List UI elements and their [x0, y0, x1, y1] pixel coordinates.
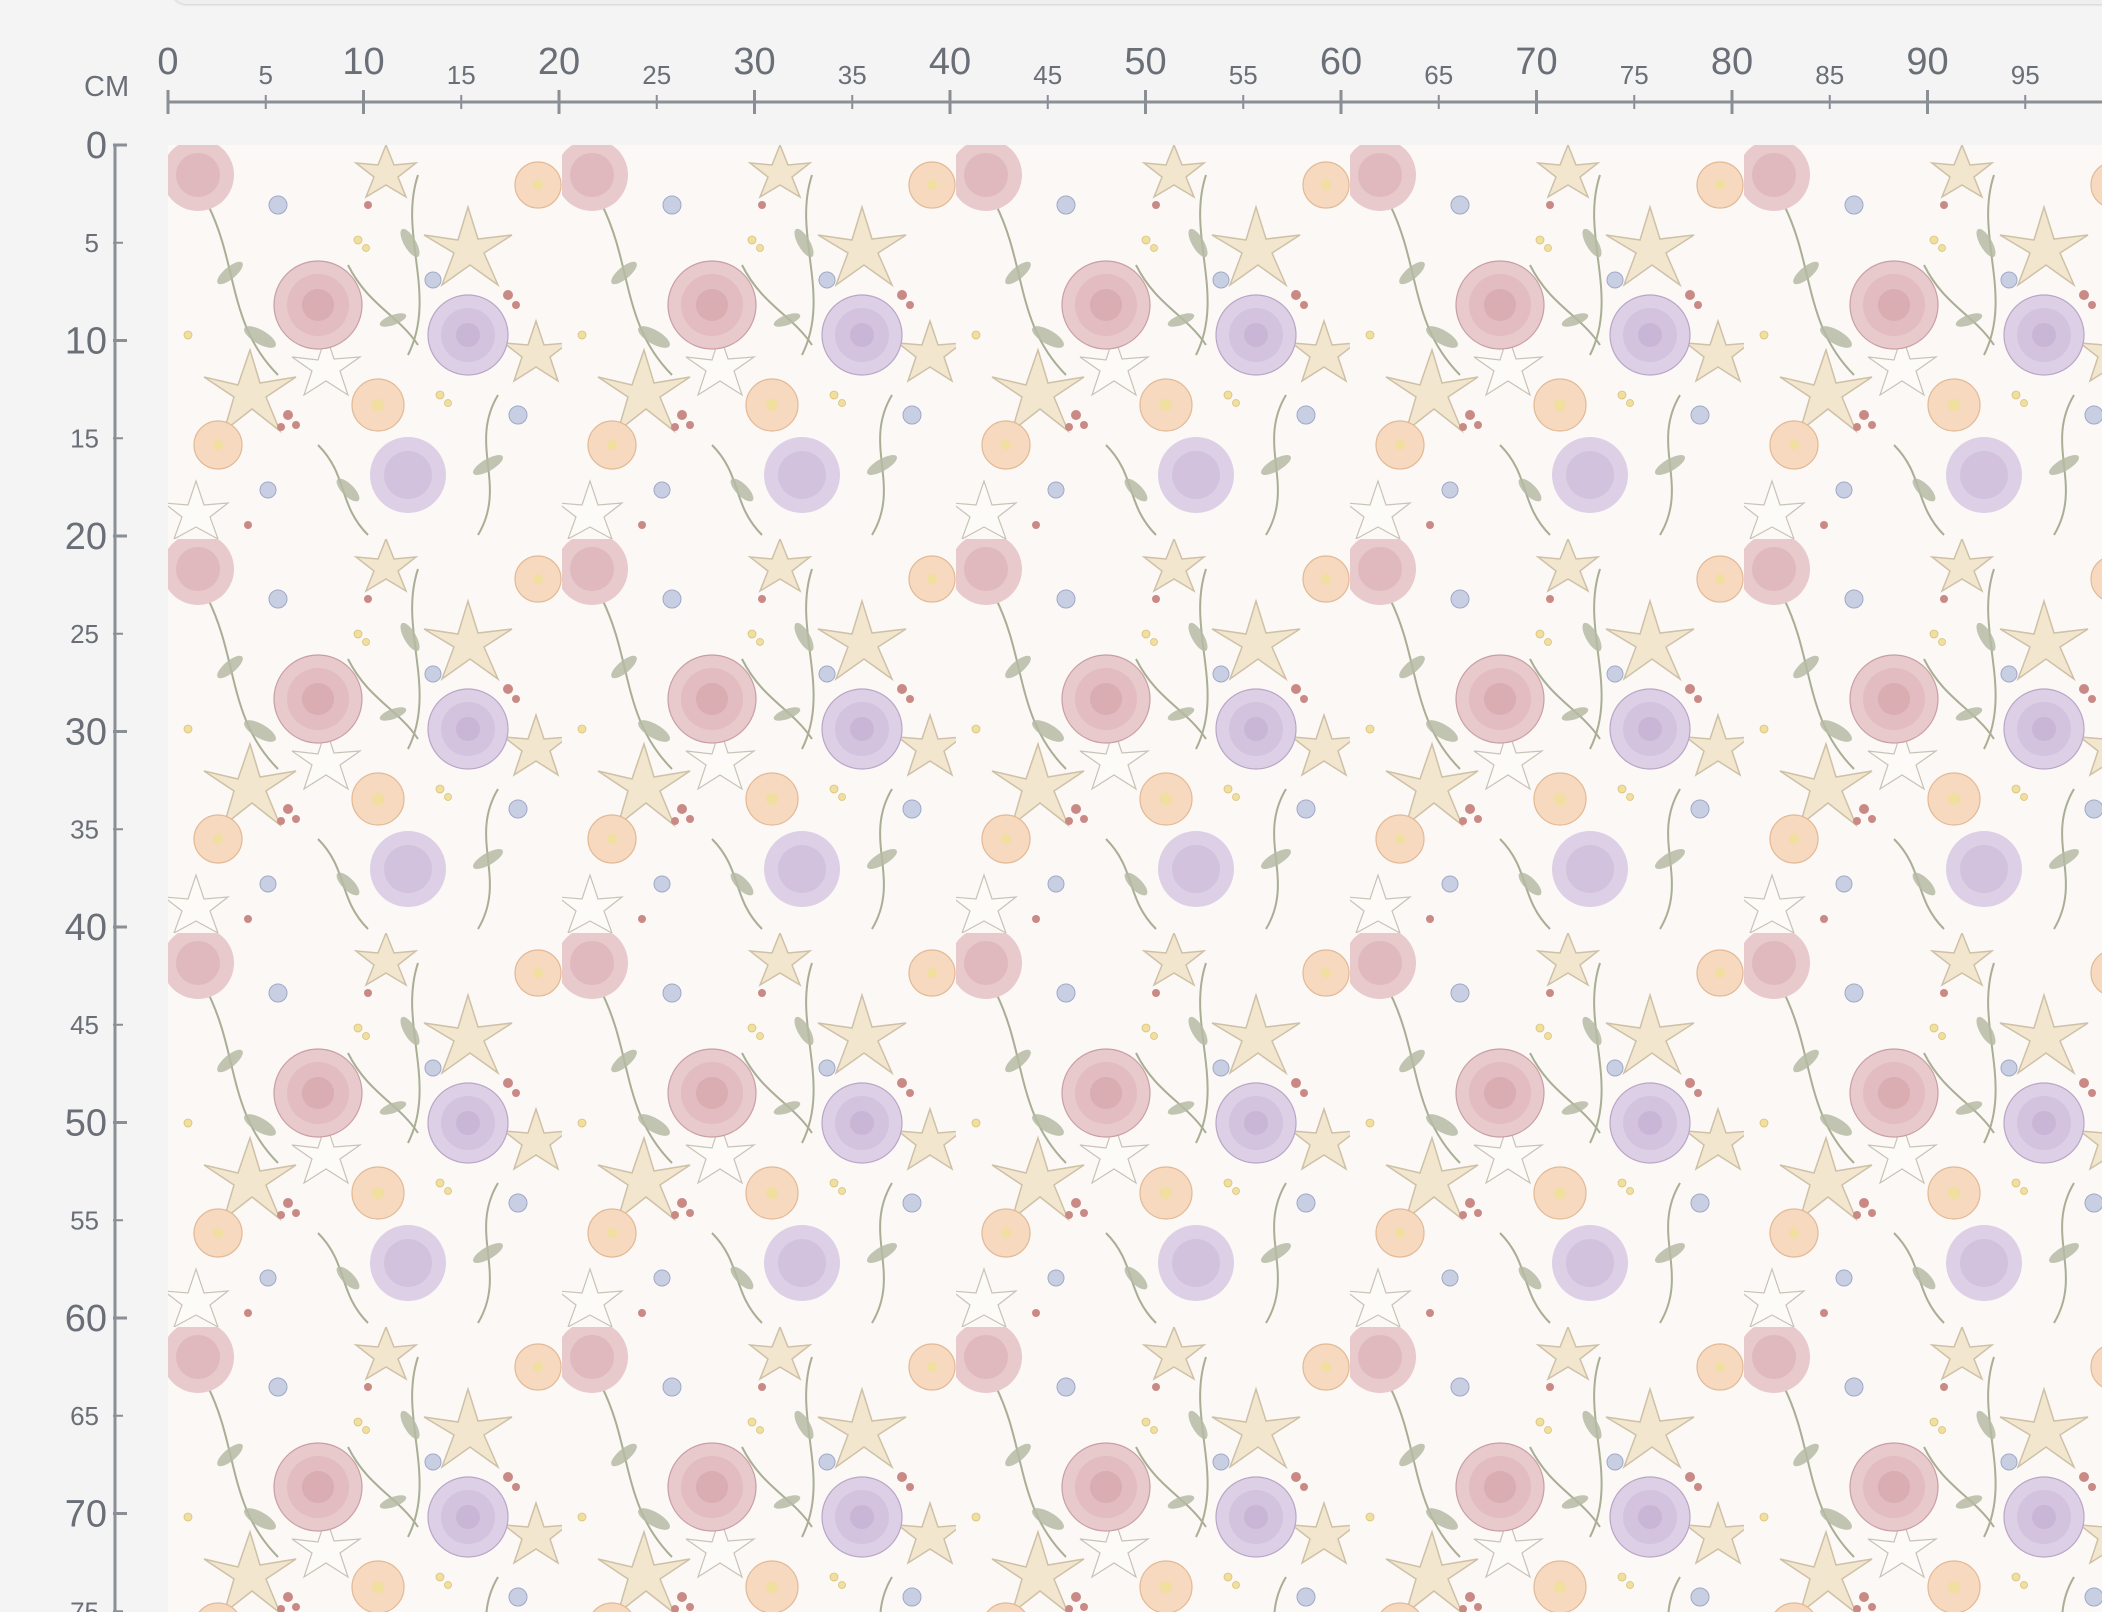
- h-major-label: 60: [1320, 41, 1362, 83]
- h-minor-label: 15: [447, 60, 476, 90]
- h-minor-label: 85: [1815, 60, 1844, 90]
- floral-pattern: [168, 145, 2102, 1612]
- v-major-label: 70: [65, 1494, 107, 1536]
- h-minor-label: 25: [642, 60, 671, 90]
- v-major-label: 50: [65, 1103, 107, 1145]
- v-minor-label: 45: [70, 1010, 99, 1040]
- h-minor-label: 35: [838, 60, 867, 90]
- h-major-label: 30: [733, 41, 775, 83]
- h-minor-label: 45: [1033, 60, 1062, 90]
- v-major-label: 60: [65, 1298, 107, 1340]
- h-major-label: 10: [342, 41, 384, 83]
- vertical-ruler-ticks: 0 10 20 30 40 50 60 70 5 15 25 35 45 55 65 75: [65, 125, 127, 1612]
- v-minor-label: 25: [70, 619, 99, 649]
- v-major-label: 0: [86, 125, 107, 167]
- h-minor-label: 95: [2011, 60, 2040, 90]
- v-major-label: 20: [65, 516, 107, 558]
- h-major-label: 20: [538, 41, 580, 83]
- fabric-preview: CM 0 10 20 30 40 50 60 70 80 90 5 15 25 35 45 55 65 75 85 9…: [0, 0, 2102, 1612]
- v-major-label: 30: [65, 712, 107, 754]
- h-minor-label: 65: [1424, 60, 1453, 90]
- v-minor-label: 5: [85, 228, 99, 258]
- fabric-pattern-swatch: [168, 145, 2102, 1612]
- v-minor-label: 75: [70, 1596, 99, 1612]
- h-major-label: 80: [1711, 41, 1753, 83]
- v-minor-label: 55: [70, 1205, 99, 1235]
- h-major-label: 0: [157, 41, 178, 83]
- h-major-label: 70: [1515, 41, 1557, 83]
- v-minor-label: 35: [70, 814, 99, 844]
- h-minor-label: 75: [1620, 60, 1649, 90]
- h-major-label: 50: [1124, 41, 1166, 83]
- v-major-label: 40: [65, 907, 107, 949]
- v-minor-label: 15: [70, 423, 99, 453]
- h-major-label: 90: [1906, 41, 1948, 83]
- v-minor-label: 65: [70, 1401, 99, 1431]
- h-minor-label: 55: [1229, 60, 1258, 90]
- v-major-label: 10: [65, 321, 107, 363]
- h-major-label: 40: [929, 41, 971, 83]
- unit-label: CM: [84, 71, 129, 103]
- h-minor-label: 5: [259, 60, 273, 90]
